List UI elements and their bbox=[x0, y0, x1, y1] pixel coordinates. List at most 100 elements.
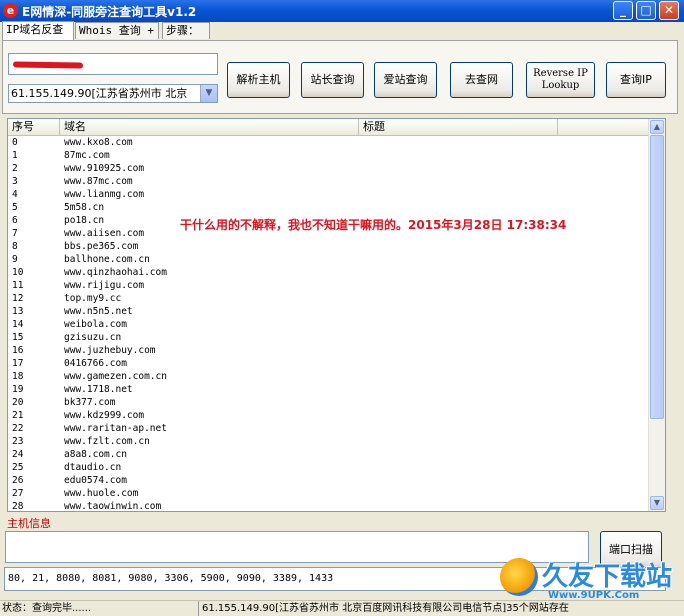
row-domain: www.kdz999.com bbox=[64, 410, 145, 421]
row-index: 6 bbox=[12, 215, 18, 226]
scroll-up-icon[interactable]: ▲ bbox=[650, 120, 664, 134]
row-index: 16 bbox=[12, 345, 24, 356]
aizhan-query-button[interactable]: 爱站查询 bbox=[374, 62, 437, 98]
table-row[interactable]: 22 www.raritan-ap.net bbox=[8, 422, 651, 435]
row-domain: 5m58.cn bbox=[64, 202, 105, 213]
resolve-host-button[interactable]: 解析主机 bbox=[227, 62, 290, 98]
row-domain: www.910925.com bbox=[64, 163, 145, 174]
row-domain: po18.cn bbox=[64, 215, 105, 226]
table-row[interactable]: 24 a8a8.com.cn bbox=[8, 448, 651, 461]
scroll-down-icon[interactable]: ▼ bbox=[650, 496, 664, 510]
row-domain: www.rijigu.com bbox=[64, 280, 145, 291]
table-row[interactable]: 18 www.gamezen.com.cn bbox=[8, 370, 651, 383]
go-to-site-button[interactable]: 去查网 bbox=[450, 62, 513, 98]
row-index: 15 bbox=[12, 332, 24, 343]
column-header-domain[interactable]: 域名 bbox=[60, 119, 359, 135]
reverse-ip-lookup-button[interactable]: Reverse IP Lookup bbox=[526, 62, 595, 98]
table-row[interactable]: 8 bbs.pe365.com bbox=[8, 240, 651, 253]
redacted-mark bbox=[12, 61, 84, 69]
row-index: 14 bbox=[12, 319, 24, 330]
row-domain: www.gamezen.com.cn bbox=[64, 371, 167, 382]
row-domain: www.huole.com bbox=[64, 488, 139, 499]
query-ip-button[interactable]: 查询IP bbox=[606, 62, 666, 98]
title-bar: e E网情深-同服旁注查询工具v1.2 _ □ ✕ bbox=[0, 0, 684, 22]
table-row[interactable]: 25 dtaudio.cn bbox=[8, 461, 651, 474]
row-domain: 0416766.com bbox=[64, 358, 127, 369]
column-header-empty bbox=[558, 119, 651, 135]
table-row[interactable]: 10 www.qinzhaohai.com bbox=[8, 266, 651, 279]
row-domain: www.aiisen.com bbox=[64, 228, 145, 239]
scroll-thumb[interactable] bbox=[650, 135, 664, 419]
row-domain: www.qinzhaohai.com bbox=[64, 267, 167, 278]
ip-select[interactable]: 61.155.149.90[江苏省苏州市 北京 ▼ bbox=[8, 84, 218, 103]
host-info-label: 主机信息 bbox=[7, 517, 51, 530]
tab-steps[interactable]: 步骤： bbox=[162, 22, 210, 39]
table-row[interactable]: 20 bk377.com bbox=[8, 396, 651, 409]
row-domain: www.1718.net bbox=[64, 384, 133, 395]
table-row[interactable]: 19 www.1718.net bbox=[8, 383, 651, 396]
watermark-brand: 久友下载站 bbox=[542, 562, 673, 592]
watermark-logo-icon bbox=[500, 558, 538, 596]
reverse-ip-label-1: Reverse IP bbox=[533, 68, 588, 79]
table-row[interactable]: 28 www.taowinwin.com bbox=[8, 500, 651, 511]
row-index: 22 bbox=[12, 423, 24, 434]
list-header: 序号 域名 标题 bbox=[8, 119, 651, 136]
table-row[interactable]: 21 www.kdz999.com bbox=[8, 409, 651, 422]
table-row[interactable]: 12 top.my9.cc bbox=[8, 292, 651, 305]
status-text: 状态：查询完毕...... bbox=[2, 603, 92, 614]
table-row[interactable]: 23 www.fzlt.com.cn bbox=[8, 435, 651, 448]
row-domain: a8a8.com.cn bbox=[64, 449, 127, 460]
watermark-url: Www.9UPK.Com bbox=[548, 590, 640, 601]
row-domain: 87mc.com bbox=[64, 150, 110, 161]
table-row[interactable]: 26 edu0574.com bbox=[8, 474, 651, 487]
row-domain: weibola.com bbox=[64, 319, 127, 330]
row-domain: www.kxo8.com bbox=[64, 137, 133, 148]
table-row[interactable]: 3 www.87mc.com bbox=[8, 175, 651, 188]
row-domain: www.n5n5.net bbox=[64, 306, 133, 317]
table-row[interactable]: 13 www.n5n5.net bbox=[8, 305, 651, 318]
table-row[interactable]: 0 www.kxo8.com bbox=[8, 136, 651, 149]
table-row[interactable]: 2 www.910925.com bbox=[8, 162, 651, 175]
row-domain: www.raritan-ap.net bbox=[64, 423, 167, 434]
row-index: 17 bbox=[12, 358, 24, 369]
table-row[interactable]: 1 87mc.com bbox=[8, 149, 651, 162]
row-domain: top.my9.cc bbox=[64, 293, 122, 304]
chevron-down-icon[interactable]: ▼ bbox=[200, 85, 217, 102]
table-row[interactable]: 14 weibola.com bbox=[8, 318, 651, 331]
row-index: 18 bbox=[12, 371, 24, 382]
row-index: 8 bbox=[12, 241, 18, 252]
host-input[interactable] bbox=[8, 53, 218, 75]
table-row[interactable]: 17 0416766.com bbox=[8, 357, 651, 370]
row-domain: ballhone.com.cn bbox=[64, 254, 150, 265]
webmaster-query-button[interactable]: 站长查询 bbox=[301, 62, 364, 98]
table-row[interactable]: 11 www.rijigu.com bbox=[8, 279, 651, 292]
reverse-ip-label-2: Lookup bbox=[541, 80, 580, 91]
tab-ip-domain-reverse[interactable]: IP域名反查 bbox=[2, 21, 74, 40]
row-domain: bbs.pe365.com bbox=[64, 241, 139, 252]
row-index: 24 bbox=[12, 449, 24, 460]
column-header-title[interactable]: 标题 bbox=[359, 119, 558, 135]
row-index: 11 bbox=[12, 280, 24, 291]
table-row[interactable]: 16 www.juzhebuy.com bbox=[8, 344, 651, 357]
watermark: 久友下载站 Www.9UPK.Com bbox=[500, 556, 682, 604]
tab-whois[interactable]: Whois 查询 + bbox=[75, 22, 159, 39]
table-row[interactable]: 5 5m58.cn bbox=[8, 201, 651, 214]
row-index: 12 bbox=[12, 293, 24, 304]
maximize-button[interactable]: □ bbox=[636, 1, 656, 20]
row-index: 20 bbox=[12, 397, 24, 408]
row-index: 26 bbox=[12, 475, 24, 486]
row-index: 27 bbox=[12, 488, 24, 499]
table-row[interactable]: 27 www.huole.com bbox=[8, 487, 651, 500]
row-index: 5 bbox=[12, 202, 18, 213]
vertical-scrollbar[interactable]: ▲ ▼ bbox=[648, 119, 665, 511]
domain-list[interactable]: 序号 域名 标题 0 www.kxo8.com 1 87mc.com 2 www.9109… bbox=[7, 118, 666, 512]
row-domain: bk377.com bbox=[64, 397, 116, 408]
table-row[interactable]: 15 gzisuzu.cn bbox=[8, 331, 651, 344]
table-row[interactable]: 4 www.lianmg.com bbox=[8, 188, 651, 201]
minimize-button[interactable]: _ bbox=[613, 1, 633, 20]
table-row[interactable]: 9 ballhone.com.cn bbox=[8, 253, 651, 266]
row-index: 4 bbox=[12, 189, 18, 200]
row-index: 0 bbox=[12, 137, 18, 148]
close-button[interactable]: ✕ bbox=[659, 1, 679, 20]
column-header-index[interactable]: 序号 bbox=[8, 119, 60, 135]
